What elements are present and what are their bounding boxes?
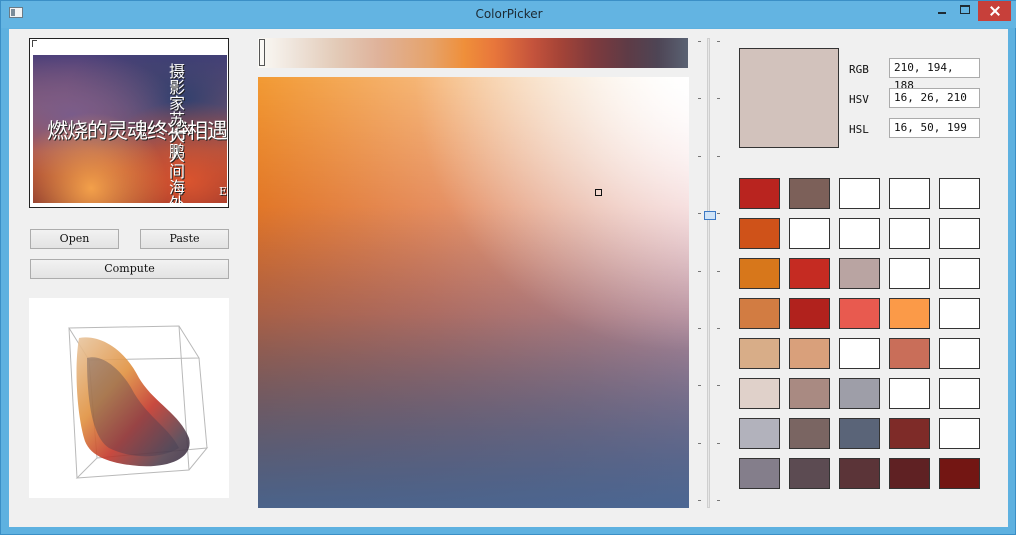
- palette-swatch[interactable]: [939, 298, 980, 329]
- source-image-frame: 燃烧的灵魂终将相遇 摄影家苏大鹏 X 人间海外五友 E: [29, 38, 229, 208]
- palette-swatch[interactable]: [939, 178, 980, 209]
- slider-tick: [717, 385, 720, 386]
- slider-tick: [717, 271, 720, 272]
- slider-tick: [698, 271, 701, 272]
- image-caption-x: X: [183, 123, 192, 137]
- selected-color-preview: [739, 48, 839, 148]
- palette-swatch[interactable]: [839, 178, 880, 209]
- slider-tick: [698, 156, 701, 157]
- palette-swatch[interactable]: [889, 298, 930, 329]
- slider-tick: [717, 328, 720, 329]
- palette-swatch[interactable]: [739, 378, 780, 409]
- palette-swatch[interactable]: [889, 458, 930, 489]
- client-area: 燃烧的灵魂终将相遇 摄影家苏大鹏 X 人间海外五友 E Open Paste C…: [9, 29, 1008, 527]
- palette-swatch[interactable]: [789, 258, 830, 289]
- image-caption-main: 燃烧的灵魂终将相遇: [47, 119, 227, 143]
- color-3d-plot[interactable]: [29, 298, 229, 498]
- palette-swatch[interactable]: [939, 458, 980, 489]
- hsv-field[interactable]: 16, 26, 210: [889, 88, 980, 108]
- slider-tick: [717, 443, 720, 444]
- minimize-button[interactable]: [931, 1, 953, 21]
- rgb-label: RGB: [849, 63, 869, 76]
- palette-swatch[interactable]: [789, 458, 830, 489]
- slider-tick: [698, 443, 701, 444]
- image-caption-vertical-2: 人间海外五友: [166, 147, 185, 203]
- paste-button[interactable]: Paste: [140, 229, 229, 249]
- hsl-field[interactable]: 16, 50, 199: [889, 118, 980, 138]
- hsv-label: HSV: [849, 93, 869, 106]
- palette-swatch[interactable]: [889, 258, 930, 289]
- hue-strip-handle[interactable]: [259, 39, 265, 66]
- palette-swatch[interactable]: [939, 258, 980, 289]
- slider-tick: [698, 41, 701, 42]
- palette-swatch[interactable]: [839, 418, 880, 449]
- color-field-cursor[interactable]: [595, 189, 602, 196]
- color-cloud-svg: [68, 325, 209, 479]
- palette-swatch[interactable]: [739, 218, 780, 249]
- app-window: ColorPicker 燃烧的灵魂终将相遇 摄影家苏大鹏 X 人间海外五友 E …: [0, 0, 1016, 535]
- palette-swatch[interactable]: [889, 218, 930, 249]
- slider-tick: [717, 500, 720, 501]
- image-corner-marker: [32, 40, 37, 47]
- slider-tick: [698, 98, 701, 99]
- palette-swatch[interactable]: [839, 458, 880, 489]
- palette-swatch[interactable]: [739, 418, 780, 449]
- palette-swatch[interactable]: [789, 298, 830, 329]
- palette-swatch[interactable]: [839, 338, 880, 369]
- window-title: ColorPicker: [475, 7, 543, 21]
- open-button[interactable]: Open: [30, 229, 119, 249]
- palette-swatch[interactable]: [739, 458, 780, 489]
- source-image: 燃烧的灵魂终将相遇 摄影家苏大鹏 X 人间海外五友 E: [33, 55, 227, 203]
- title-bar: ColorPicker: [1, 1, 1016, 28]
- slider-tick: [717, 156, 720, 157]
- hsl-label: HSL: [849, 123, 869, 136]
- palette-swatch[interactable]: [839, 258, 880, 289]
- palette-swatch[interactable]: [839, 298, 880, 329]
- hue-strip[interactable]: [258, 38, 688, 68]
- palette-swatch[interactable]: [839, 218, 880, 249]
- palette-swatch[interactable]: [889, 418, 930, 449]
- slider-tick: [698, 328, 701, 329]
- palette-swatch[interactable]: [789, 418, 830, 449]
- rgb-field[interactable]: 210, 194, 188: [889, 58, 980, 92]
- slider-tick: [717, 41, 720, 42]
- palette-swatch[interactable]: [889, 338, 930, 369]
- palette-swatch[interactable]: [839, 378, 880, 409]
- palette-swatch[interactable]: [889, 178, 930, 209]
- palette-swatch[interactable]: [739, 258, 780, 289]
- image-caption-vertical-1: 摄影家苏大鹏: [166, 63, 185, 159]
- palette-swatch[interactable]: [939, 218, 980, 249]
- slider-tick: [698, 500, 701, 501]
- slider-tick: [698, 213, 701, 214]
- slider-tick: [717, 98, 720, 99]
- maximize-button[interactable]: [954, 1, 976, 21]
- slider-tick: [717, 213, 720, 214]
- slider-tick: [698, 385, 701, 386]
- palette-swatch[interactable]: [789, 218, 830, 249]
- palette-swatch[interactable]: [789, 378, 830, 409]
- palette-swatch[interactable]: [789, 338, 830, 369]
- color-field[interactable]: [258, 77, 689, 508]
- close-button[interactable]: [978, 1, 1011, 21]
- palette-swatch[interactable]: [789, 178, 830, 209]
- palette-swatch[interactable]: [939, 378, 980, 409]
- palette-swatch[interactable]: [739, 298, 780, 329]
- color-field-highlight: [258, 77, 689, 508]
- compute-button[interactable]: Compute: [30, 259, 229, 279]
- palette-swatch[interactable]: [939, 338, 980, 369]
- value-slider-track[interactable]: [707, 38, 710, 508]
- palette-swatch[interactable]: [889, 378, 930, 409]
- palette-swatch[interactable]: [939, 418, 980, 449]
- image-caption-small: E: [219, 185, 227, 198]
- palette-swatch[interactable]: [739, 178, 780, 209]
- palette-swatch[interactable]: [739, 338, 780, 369]
- value-slider-handle[interactable]: [704, 211, 716, 220]
